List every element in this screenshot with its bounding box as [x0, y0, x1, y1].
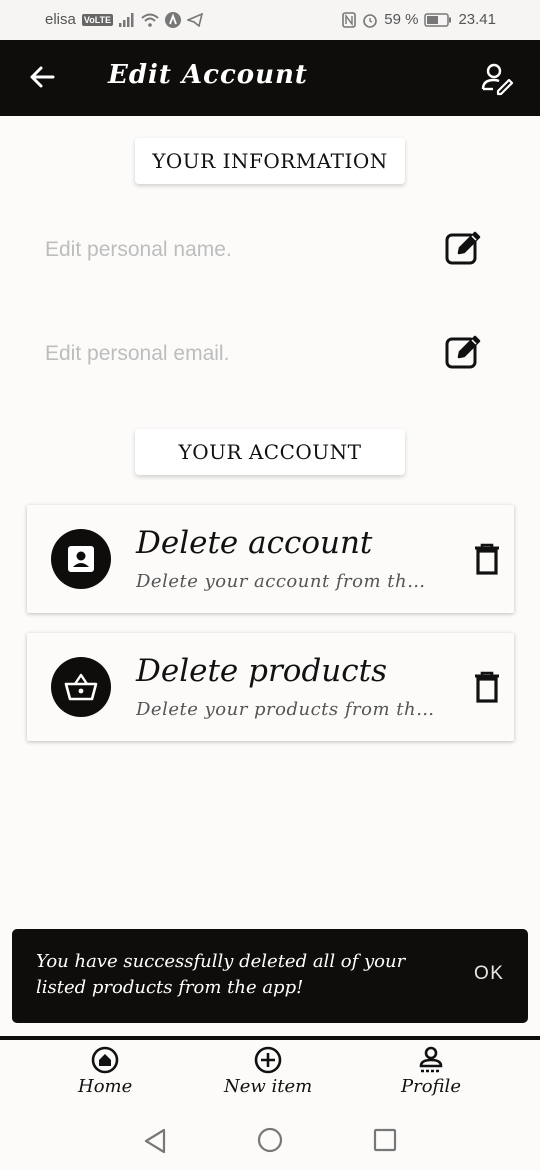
basket-icon: [64, 673, 98, 701]
bottom-navigation: Home New item Profile: [0, 1036, 540, 1106]
system-navigation-bar: [0, 1106, 540, 1170]
battery-icon: [424, 12, 452, 27]
add-circle-icon: [254, 1046, 282, 1074]
status-bar: elisa VoLTE 59 % 23.41: [0, 0, 540, 40]
system-recents-icon[interactable]: [373, 1128, 397, 1152]
nav-item-profile[interactable]: Profile: [401, 1046, 461, 1097]
nav-app-icon: [165, 11, 182, 28]
signal-icon: [119, 12, 134, 27]
snackbar-message: You have successfully deleted all of you…: [36, 951, 406, 998]
system-home-icon[interactable]: [257, 1127, 283, 1153]
card-subtitle: Delete your account from the app: [136, 571, 436, 592]
nav-label-home: Home: [78, 1076, 133, 1097]
card-title: Delete products: [136, 653, 387, 689]
alarm-icon: [363, 13, 378, 28]
person-icon: [419, 1046, 443, 1073]
nfc-icon: [342, 11, 357, 28]
account-avatar-circle: [51, 529, 111, 589]
trash-icon[interactable]: [473, 671, 501, 703]
snackbar-ok-button[interactable]: OK: [474, 963, 504, 985]
clock: 23.41: [458, 11, 496, 28]
edit-profile-icon[interactable]: [480, 62, 514, 96]
edit-name-icon[interactable]: [445, 229, 483, 265]
carrier-name: elisa: [45, 11, 76, 28]
app-bar: Edit Account: [0, 40, 540, 116]
edit-email-icon[interactable]: [445, 333, 483, 369]
delete-products-card[interactable]: Delete products Delete your products fro…: [27, 633, 514, 741]
delete-account-card[interactable]: Delete account Delete your account from …: [27, 505, 514, 613]
your-information-heading: YOUR INFORMATION: [135, 138, 405, 184]
battery-percent: 59 %: [384, 11, 419, 28]
nav-item-new-item[interactable]: New item: [224, 1046, 312, 1097]
nav-label-profile: Profile: [401, 1076, 461, 1097]
home-icon: [91, 1046, 119, 1074]
name-field[interactable]: Edit personal name.: [45, 238, 445, 262]
snackbar: You have successfully deleted all of you…: [12, 929, 528, 1023]
card-title: Delete account: [136, 525, 373, 561]
products-avatar-circle: [51, 657, 111, 717]
back-arrow-icon[interactable]: [27, 62, 57, 92]
nav-label-new-item: New item: [224, 1076, 313, 1097]
page-title: Edit Account: [108, 60, 308, 90]
trash-icon[interactable]: [473, 543, 501, 575]
your-account-heading: YOUR ACCOUNT: [135, 429, 405, 475]
nav-item-home[interactable]: Home: [78, 1046, 132, 1097]
system-back-icon[interactable]: [143, 1128, 167, 1154]
contact-card-icon: [68, 546, 94, 572]
telegram-icon: [187, 12, 204, 27]
wifi-icon: [141, 13, 159, 27]
email-field[interactable]: Edit personal email.: [45, 342, 445, 366]
volte-badge: VoLTE: [81, 13, 114, 26]
card-subtitle: Delete your products from the app: [136, 699, 436, 720]
